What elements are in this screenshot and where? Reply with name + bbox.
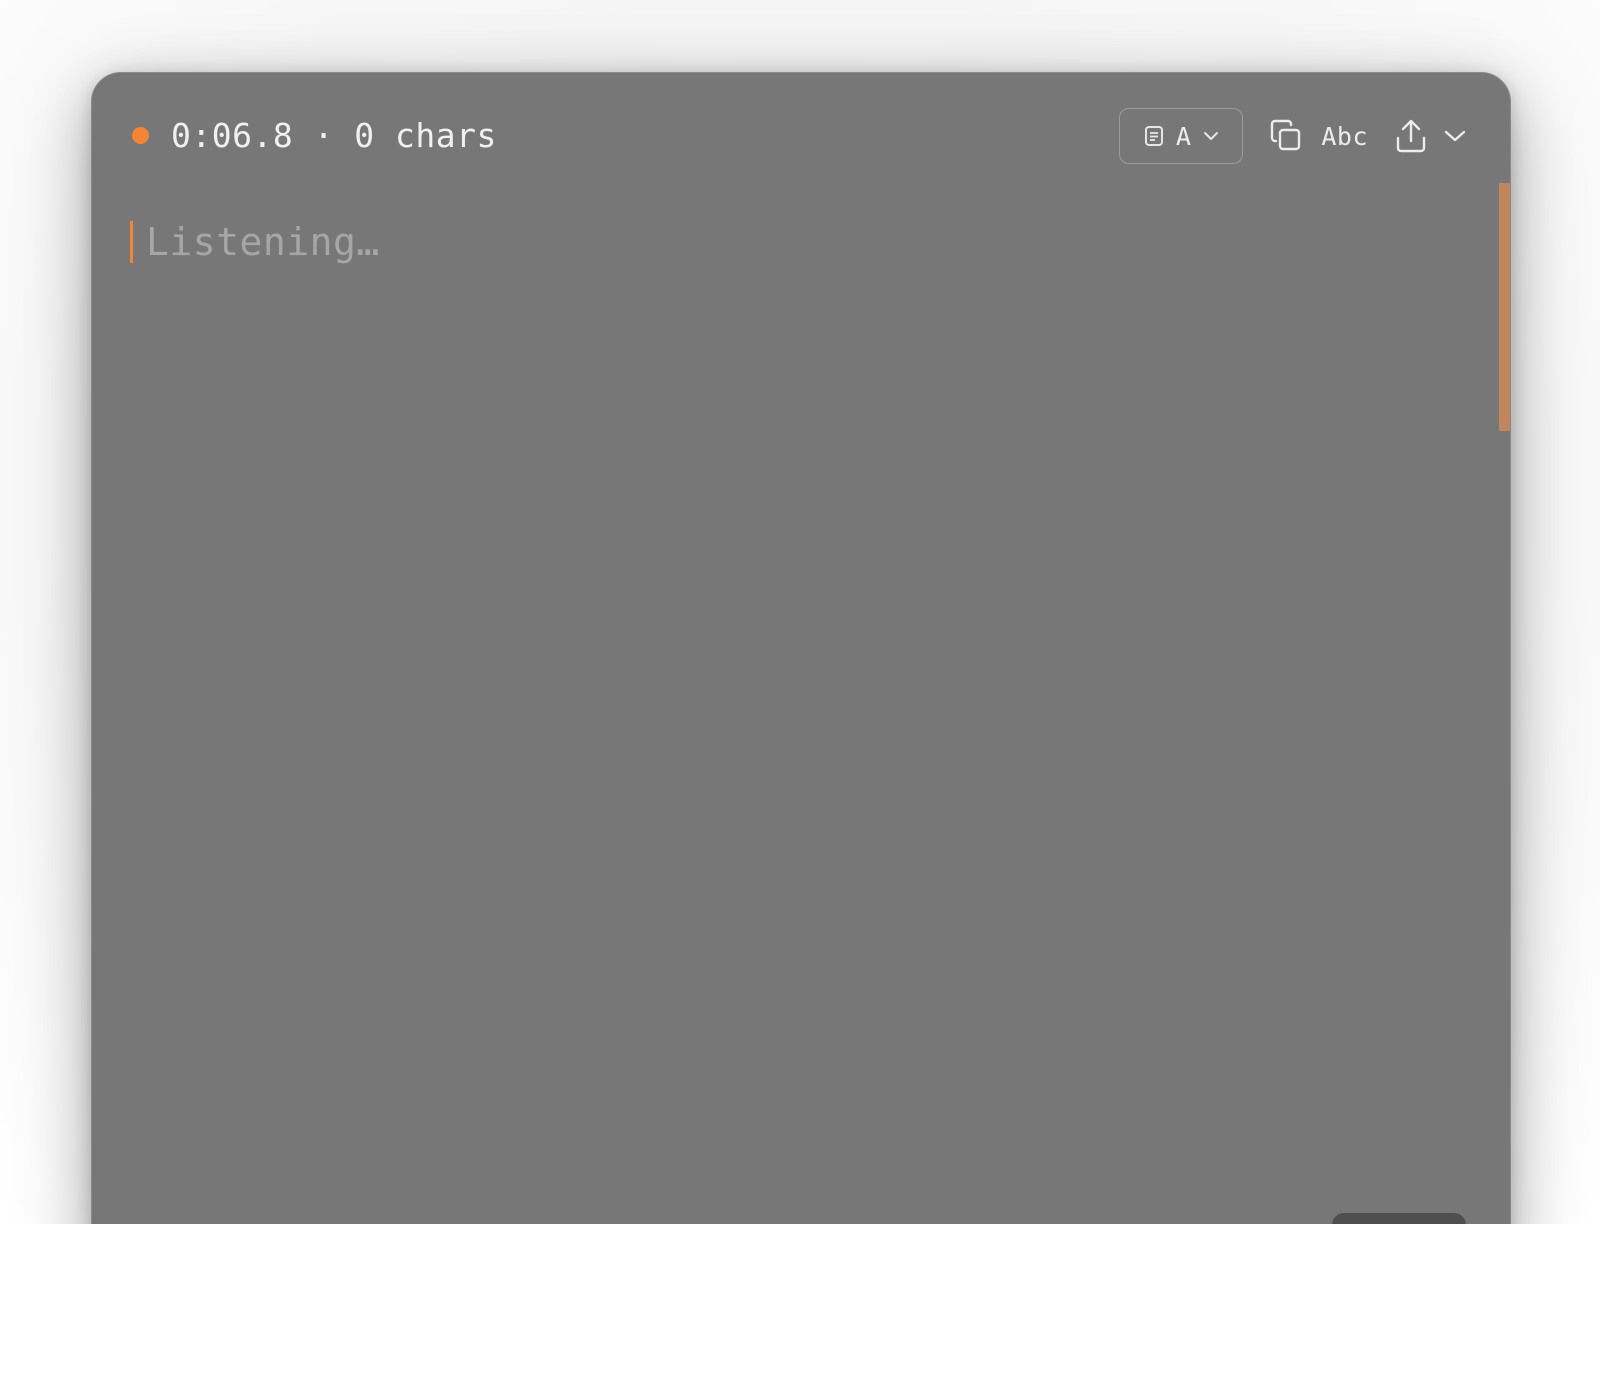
mode-select[interactable]: A — [1119, 108, 1244, 164]
desktop-background: 0:06.8 · 0 chars A Abc Listening… — [0, 0, 1600, 1224]
editor-placeholder: Listening… — [146, 220, 380, 264]
mode-select-value: A — [1175, 121, 1191, 151]
copy-icon[interactable] — [1269, 119, 1303, 153]
transcription-window: 0:06.8 · 0 chars A Abc Listening… — [91, 72, 1511, 1224]
status-text: 0:06.8 · 0 chars — [171, 115, 497, 155]
text-caret — [130, 221, 133, 263]
toolbar: A Abc — [1119, 107, 1466, 165]
transcript-editor[interactable]: Listening… — [130, 220, 380, 264]
share-upload-icon[interactable] — [1394, 118, 1428, 154]
document-icon — [1144, 125, 1164, 147]
export-menu-chevron-down-icon[interactable] — [1444, 129, 1466, 143]
spellcheck-button[interactable]: Abc — [1321, 122, 1368, 151]
chevron-down-icon — [1203, 131, 1219, 141]
bottom-tab-handle[interactable] — [1332, 1213, 1466, 1224]
scrollbar-thumb[interactable] — [1499, 183, 1510, 431]
status-bar: 0:06.8 · 0 chars — [132, 115, 497, 155]
recording-dot-icon — [132, 126, 149, 144]
